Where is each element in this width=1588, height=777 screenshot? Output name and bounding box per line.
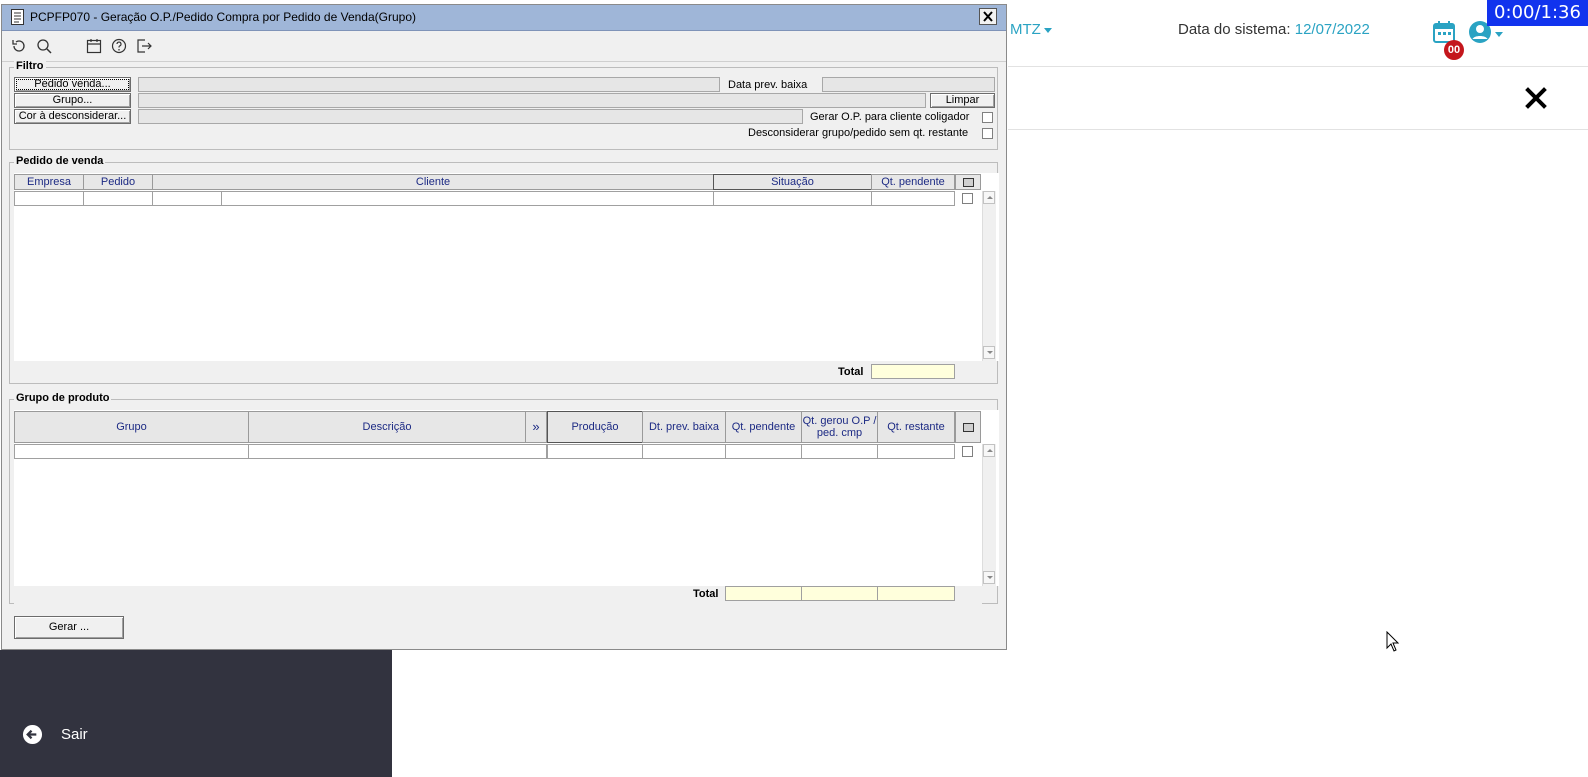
- row-select-checkbox[interactable]: [962, 446, 973, 457]
- pedido-venda-total-field: [871, 364, 955, 379]
- system-date-label: Data do sistema:: [1178, 21, 1291, 38]
- company-label: MTZ: [1010, 21, 1041, 38]
- col-descricao[interactable]: Descrição: [248, 411, 526, 443]
- grupo-produto-total-label: Total: [693, 588, 719, 600]
- grupo-produto-group: Grupo de produto Grupo Descrição » Produ…: [9, 392, 999, 604]
- row-grupo-cell[interactable]: [14, 444, 249, 459]
- row-qt-pendente-cell[interactable]: [725, 444, 802, 459]
- refresh-icon[interactable]: [11, 38, 27, 54]
- col-grupo[interactable]: Grupo: [14, 411, 249, 443]
- window-title: PCPFP070 - Geração O.P./Pedido Compra po…: [30, 10, 416, 24]
- filtro-group: Filtro Pedido venda... Grupo... Cor à de…: [9, 60, 998, 150]
- gerar-op-checkbox[interactable]: [982, 112, 993, 123]
- window-titlebar[interactable]: PCPFP070 - Geração O.P./Pedido Compra po…: [2, 5, 1006, 31]
- total-qt-restante-field: [877, 586, 955, 601]
- select-all-icon: [962, 422, 974, 432]
- company-selector[interactable]: MTZ: [1010, 21, 1052, 38]
- close-icon[interactable]: [1524, 86, 1548, 110]
- row-cliente-code-cell[interactable]: [152, 191, 222, 206]
- sidebar: [0, 650, 392, 777]
- row-select-checkbox[interactable]: [962, 193, 973, 204]
- grupo-field[interactable]: [138, 93, 926, 108]
- arrow-left-circle-icon: [22, 724, 43, 745]
- video-timer: 0:00/1:36: [1487, 0, 1588, 26]
- total-qt-pendente-field: [725, 586, 802, 601]
- close-icon: [983, 11, 993, 22]
- row-pedido-cell[interactable]: [83, 191, 153, 206]
- row-producao-cell[interactable]: [547, 444, 643, 459]
- cor-field[interactable]: [138, 109, 803, 124]
- gerar-button-label: Gerar ...: [48, 621, 90, 633]
- filtro-legend: Filtro: [14, 60, 46, 72]
- row-qt-restante-cell[interactable]: [877, 444, 955, 459]
- scroll-down-icon[interactable]: [983, 571, 995, 584]
- row-empresa-cell[interactable]: [14, 191, 84, 206]
- scroll-up-icon[interactable]: [983, 191, 995, 204]
- col-qt-gerou-op[interactable]: Qt. gerou O.P / ped. cmp: [801, 411, 878, 443]
- logout-button[interactable]: Sair: [22, 724, 88, 745]
- total-qt-gerou-op-field: [801, 586, 878, 601]
- document-icon: [11, 9, 24, 25]
- select-all-column[interactable]: [955, 411, 981, 443]
- system-date: Data do sistema: 12/07/2022: [1178, 21, 1370, 38]
- chevron-down-icon: [1043, 27, 1052, 33]
- col-empresa[interactable]: Empresa: [14, 174, 84, 190]
- cor-desconsiderar-button[interactable]: Cor à desconsiderar...: [14, 109, 131, 124]
- pedido-venda-total-label: Total: [838, 366, 864, 378]
- notification-badge[interactable]: 00: [1444, 40, 1464, 60]
- cor-button-label: Cor à desconsiderar...: [18, 110, 127, 122]
- pedido-venda-legend: Pedido de venda: [14, 155, 106, 167]
- row-descricao-cell[interactable]: [248, 444, 547, 459]
- col-situacao[interactable]: Situação: [713, 174, 872, 190]
- grupo-button-label: Grupo...: [52, 94, 93, 106]
- exit-icon[interactable]: [136, 38, 152, 54]
- grupo-produto-legend: Grupo de produto: [14, 392, 112, 404]
- col-dt-prev-baixa[interactable]: Dt. prev. baixa: [642, 411, 726, 443]
- col-qt-pendente[interactable]: Qt. pendente: [871, 174, 955, 190]
- system-date-value: 12/07/2022: [1294, 21, 1370, 38]
- scroll-down-icon[interactable]: [983, 346, 995, 359]
- gerar-button[interactable]: Gerar ...: [14, 616, 124, 639]
- calendar-icon[interactable]: [86, 38, 102, 54]
- search-icon[interactable]: [36, 38, 52, 54]
- logout-label: Sair: [61, 726, 88, 743]
- col-producao[interactable]: Produção: [547, 411, 643, 443]
- col-pedido[interactable]: Pedido: [83, 174, 153, 190]
- pedido-venda-button[interactable]: Pedido venda...: [14, 77, 131, 92]
- col-cliente[interactable]: Cliente: [152, 174, 714, 190]
- user-menu-chevron-icon[interactable]: [1495, 32, 1503, 37]
- pedido-venda-footer: [14, 363, 982, 381]
- row-cliente-cell[interactable]: [221, 191, 714, 206]
- expand-columns-button[interactable]: »: [525, 411, 547, 443]
- gerar-op-label: Gerar O.P. para cliente coligador: [810, 111, 970, 123]
- dialog-window: PCPFP070 - Geração O.P./Pedido Compra po…: [1, 4, 1007, 650]
- header-divider: [1008, 129, 1588, 130]
- toolbar: [2, 31, 1006, 62]
- col-qt-pendente[interactable]: Qt. pendente: [725, 411, 802, 443]
- pedido-venda-button-label: Pedido venda...: [34, 78, 111, 90]
- pedido-venda-group: Pedido de venda Empresa Pedido Cliente S…: [9, 155, 999, 384]
- row-dt-prev-baixa-cell[interactable]: [642, 444, 726, 459]
- desconsiderar-checkbox[interactable]: [982, 128, 993, 139]
- data-prev-baixa-field[interactable]: [822, 77, 995, 92]
- pedido-venda-field[interactable]: [138, 77, 720, 92]
- row-qt-gerou-op-cell[interactable]: [801, 444, 878, 459]
- grupo-produto-scrollbar[interactable]: [982, 444, 996, 586]
- help-icon[interactable]: [111, 38, 127, 54]
- row-qt-pendente-cell[interactable]: [871, 191, 955, 206]
- col-qt-restante[interactable]: Qt. restante: [877, 411, 955, 443]
- pedido-venda-scrollbar[interactable]: [982, 191, 996, 361]
- select-all-icon: [962, 177, 974, 187]
- row-situacao-cell[interactable]: [713, 191, 872, 206]
- scroll-up-icon[interactable]: [983, 444, 995, 457]
- data-prev-baixa-label: Data prev. baixa: [728, 79, 808, 91]
- limpar-button-label: Limpar: [945, 94, 980, 106]
- desconsiderar-label: Desconsiderar grupo/pedido sem qt. resta…: [748, 127, 969, 139]
- select-all-column[interactable]: [955, 174, 981, 190]
- limpar-button[interactable]: Limpar: [930, 93, 995, 108]
- grupo-button[interactable]: Grupo...: [14, 93, 131, 108]
- window-close-button[interactable]: [979, 8, 997, 25]
- mouse-cursor-icon: [1386, 631, 1400, 652]
